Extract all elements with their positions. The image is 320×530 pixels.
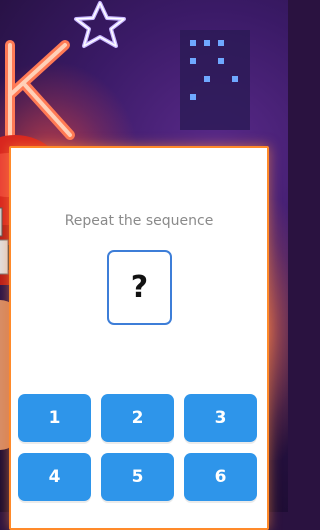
sequence-prompt: Repeat the sequence	[64, 213, 214, 229]
key-5-button[interactable]: 5	[101, 453, 174, 501]
key-1-button[interactable]: 1	[18, 394, 91, 442]
key-6-button[interactable]: 6	[184, 453, 257, 501]
key-2-button[interactable]: 2	[101, 394, 174, 442]
key-3-button[interactable]: 3	[184, 394, 257, 442]
sequence-display: ?	[107, 250, 172, 325]
neon-star-icon	[74, 1, 126, 48]
city-building-silhouette	[180, 30, 250, 130]
neon-letter-k	[5, 40, 75, 140]
key-4-button[interactable]: 4	[18, 453, 91, 501]
sequence-panel: Repeat the sequence ? 1 2 3 4 5 6	[9, 146, 269, 530]
